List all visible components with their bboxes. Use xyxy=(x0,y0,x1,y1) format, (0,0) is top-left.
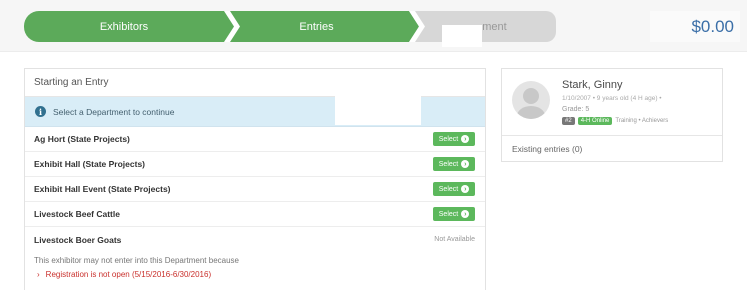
select-label: Select xyxy=(438,160,459,168)
entry-panel: Starting an Entry i Select a Department … xyxy=(24,68,486,290)
arrow-right-icon: › xyxy=(461,210,470,218)
department-row: Livestock Boer Goats Not Available xyxy=(25,227,485,252)
select-button[interactable]: Select › xyxy=(433,182,475,196)
not-available-label: Not Available xyxy=(434,236,475,243)
alert-text: Select a Department to continue xyxy=(53,106,175,117)
select-label: Select xyxy=(438,135,459,143)
cart-total[interactable]: $0.00 xyxy=(650,11,740,42)
arrow-right-icon: › xyxy=(461,135,470,143)
step-entries-label: Entries xyxy=(299,20,334,33)
arrow-right-icon: › xyxy=(461,185,470,193)
chevron-right-icon: › xyxy=(37,270,40,279)
department-row: Ag Hort (State Projects) Select › xyxy=(25,127,485,152)
chevron-right-icon xyxy=(409,11,425,42)
select-label: Select xyxy=(438,185,459,193)
select-button[interactable]: Select › xyxy=(433,157,475,171)
select-button[interactable]: Select › xyxy=(433,207,475,221)
department-row: Exhibit Hall Event (State Projects) Sele… xyxy=(25,177,485,202)
redaction-block xyxy=(335,77,421,125)
department-name: Livestock Beef Cattle xyxy=(34,209,120,219)
progress-header: Exhibitors Entries ment $0.00 xyxy=(0,0,747,52)
existing-entries[interactable]: Existing entries (0) xyxy=(502,135,722,162)
department-name: Ag Hort (State Projects) xyxy=(34,134,130,144)
ineligible-reason-text: Registration is not open (5/15/2016-6/30… xyxy=(45,270,212,279)
step-progress: Exhibitors Entries ment xyxy=(24,11,556,47)
avatar-head xyxy=(523,88,539,104)
arrow-right-icon: › xyxy=(461,160,470,168)
department-name: Livestock Boer Goats xyxy=(34,234,122,245)
exhibitor-grade: Grade: 5 xyxy=(562,106,590,113)
step-exhibitors[interactable]: Exhibitors xyxy=(24,11,224,42)
ineligible-message: This exhibitor may not enter into this D… xyxy=(34,256,239,265)
chevron-right-icon xyxy=(224,11,240,42)
avatar-body xyxy=(517,106,545,119)
step-payment-label: ment xyxy=(482,20,507,33)
department-name: Exhibit Hall Event (State Projects) xyxy=(34,184,171,194)
step-payment[interactable]: ment xyxy=(409,11,556,42)
exhibitor-meta: 1/10/2007 • 9 years old (4 H age) • xyxy=(562,95,662,102)
department-name: Exhibit Hall (State Projects) xyxy=(34,159,145,169)
exhibitor-tags: #2 4-H Online Training • Achievers xyxy=(562,117,668,125)
tag-number-badge: #2 xyxy=(562,117,575,125)
department-row: Livestock Beef Cattle Select › xyxy=(25,202,485,227)
step-exhibitors-label: Exhibitors xyxy=(99,20,149,33)
step-entries[interactable]: Entries xyxy=(224,11,409,42)
select-button[interactable]: Select › xyxy=(433,132,475,146)
tag-club-badge: 4-H Online xyxy=(577,117,613,125)
info-icon: i xyxy=(35,106,46,117)
select-label: Select xyxy=(438,210,459,218)
department-row: Exhibit Hall (State Projects) Select › xyxy=(25,152,485,177)
exhibitor-card: Stark, Ginny 1/10/2007 • 9 years old (4 … xyxy=(501,68,723,162)
tag-text: Training • Achievers xyxy=(615,118,669,124)
exhibitor-name: Stark, Ginny xyxy=(562,79,623,91)
ineligible-reason: › Registration is not open (5/15/2016-6/3… xyxy=(25,265,485,279)
avatar xyxy=(512,81,550,119)
redaction-block xyxy=(442,25,482,47)
